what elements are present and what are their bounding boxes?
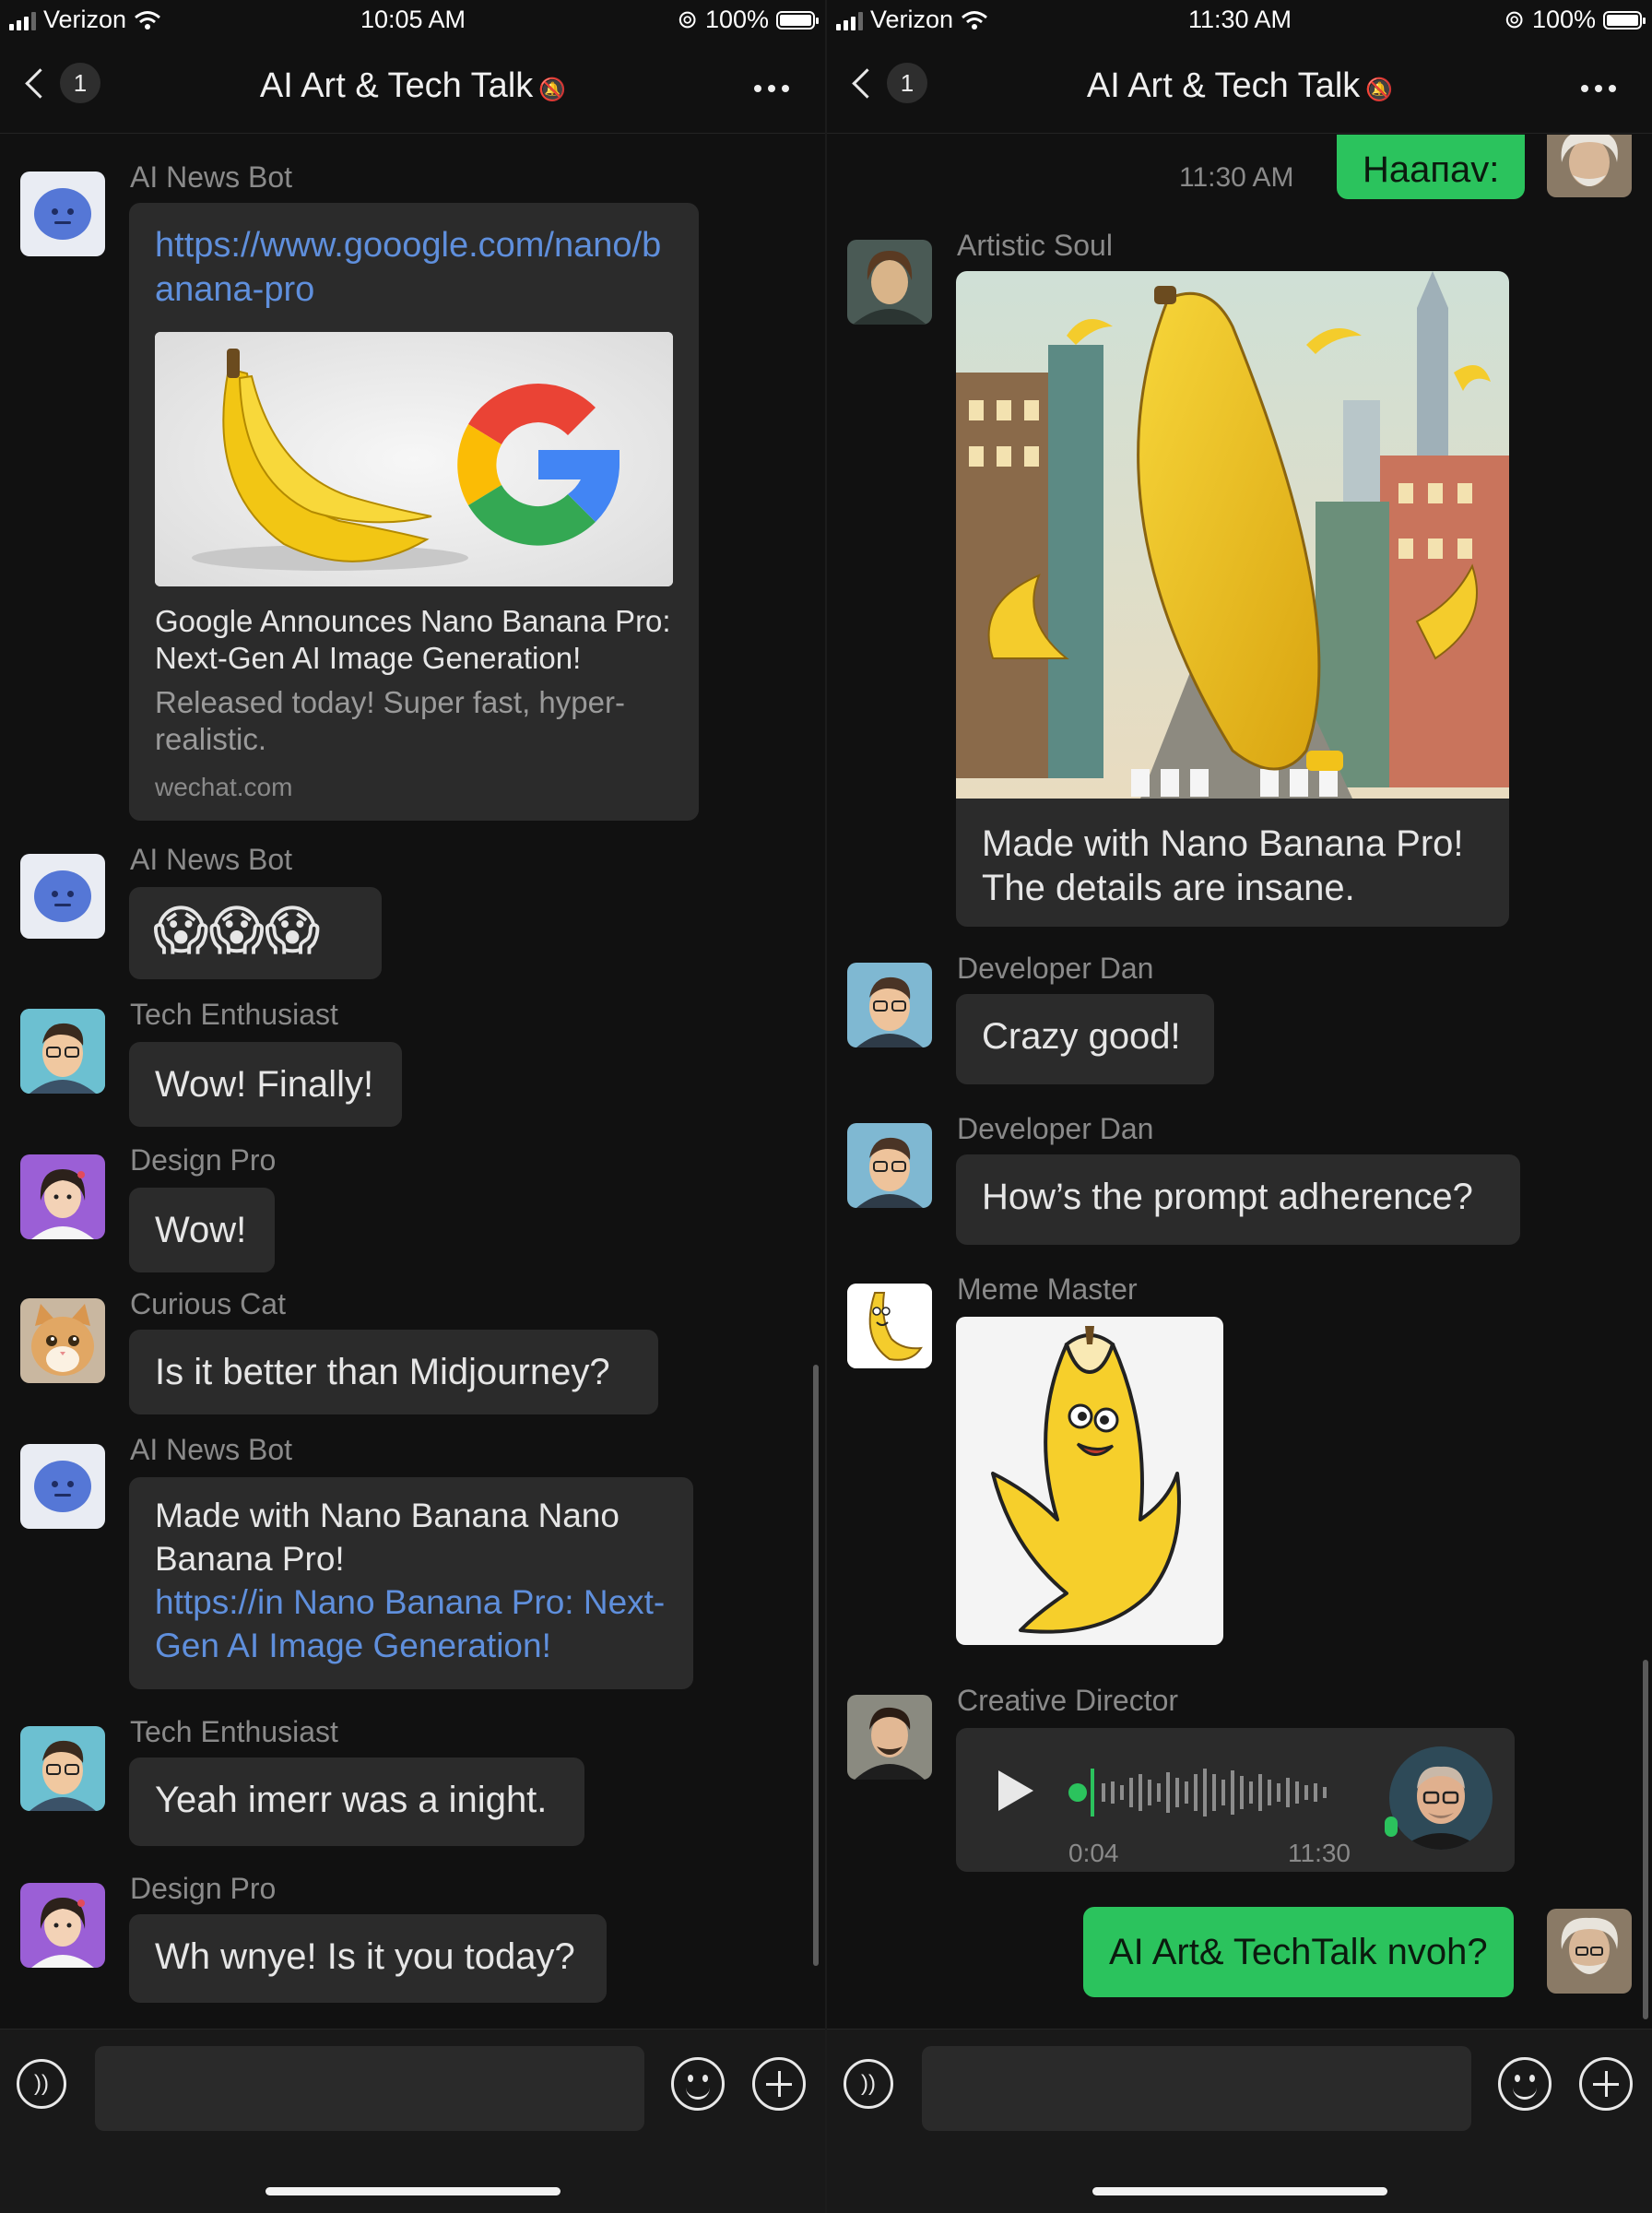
battery-percent: 100%: [1531, 6, 1596, 33]
message-bubble[interactable]: Wow!: [129, 1188, 275, 1272]
avatar-self[interactable]: [1547, 1909, 1632, 1994]
card-description: Released today! Super fast, hyper-realis…: [155, 685, 625, 756]
more-options-button[interactable]: [1581, 85, 1616, 92]
own-message-bubble[interactable]: Haaпav:: [1337, 135, 1526, 199]
battery-icon: [1603, 10, 1646, 30]
chat-title: AI Art & Tech Talk: [259, 66, 534, 105]
left-chat-screen: Verizon 10:05 AM ⊚ 100% 1 AI Art & Tech …: [0, 0, 826, 2213]
voice-input-button[interactable]: )): [844, 2059, 893, 2109]
avatar-developer-dan[interactable]: [847, 1123, 932, 1208]
scrollbar[interactable]: [813, 1365, 819, 1966]
avatar-meme-master[interactable]: [847, 1284, 932, 1368]
message-bubble[interactable]: Wow! Finally!: [129, 1042, 402, 1127]
message-bubble[interactable]: How’s the prompt adherence?: [956, 1154, 1520, 1245]
image-caption: Made with Nano Banana Pro! The details a…: [982, 823, 1464, 908]
voice-message-bubble[interactable]: 0:04 11:30: [956, 1728, 1515, 1872]
avatar-self[interactable]: [1547, 135, 1632, 197]
avatar-design-pro[interactable]: [20, 1883, 105, 1968]
card-url[interactable]: https://www.gooogle.com/nano/banana-pro: [155, 223, 673, 312]
status-bar: Verizon 10:05 AM ⊚ 100%: [0, 0, 826, 42]
message-bubble[interactable]: Is it better than Midjourney?: [129, 1330, 658, 1414]
sender-name: Design Pro: [130, 1872, 277, 1905]
home-indicator[interactable]: [1092, 2187, 1387, 2195]
sender-name: Developer Dan: [957, 1112, 1154, 1145]
right-chat-screen: Verizon 11:30 AM ⊚ 100% 1 AI Art & Tech …: [827, 0, 1652, 2213]
avatar-tech-enthusiast[interactable]: [20, 1726, 105, 1811]
sender-name: Curious Cat: [130, 1287, 286, 1320]
avatar-artistic-soul[interactable]: [847, 240, 932, 325]
card-title: Google Announces Nano Banana Pro: Next-G…: [155, 604, 671, 675]
voice-input-button[interactable]: )): [17, 2059, 66, 2109]
avatar-developer-dan[interactable]: [847, 963, 932, 1047]
banana-sticker: [991, 1326, 1181, 1634]
status-bar: Verizon 11:30 AM ⊚ 100%: [827, 0, 1652, 42]
message-bubble[interactable]: Made with Nano Banana Nano Banana Pro! h…: [129, 1477, 693, 1689]
timestamp: 11:30 AM: [1179, 162, 1294, 193]
banana-google-image: [155, 332, 673, 586]
sticker-image[interactable]: [956, 1317, 1223, 1645]
add-attachment-button[interactable]: [1579, 2057, 1633, 2111]
home-indicator[interactable]: [266, 2187, 560, 2195]
add-attachment-button[interactable]: [752, 2057, 806, 2111]
avatar-curious-cat[interactable]: [20, 1298, 105, 1383]
message-bubble[interactable]: Crazy good!: [956, 994, 1214, 1084]
message-input[interactable]: [922, 2046, 1471, 2131]
avatar-ai-news-bot[interactable]: [20, 1444, 105, 1529]
avatar-design-pro[interactable]: [20, 1154, 105, 1239]
emoji-button[interactable]: [1498, 2057, 1552, 2111]
avatar-creative-director[interactable]: [847, 1695, 932, 1780]
sender-name: Developer Dan: [957, 952, 1154, 985]
sender-name: Artistic Soul: [957, 229, 1113, 262]
message-bubble[interactable]: Yeah imerr was a inight.: [129, 1757, 584, 1846]
sender-name: Tech Enthusiast: [130, 1715, 338, 1748]
message-link[interactable]: https://in Nano Banana Pro: Next-Gen AI …: [155, 1580, 667, 1667]
playback-dot: [1068, 1783, 1087, 1802]
avatar-ai-news-bot[interactable]: [20, 172, 105, 256]
muted-bell-icon: 🔕: [1365, 77, 1394, 102]
more-options-button[interactable]: [754, 85, 789, 92]
sender-name: AI News Bot: [130, 843, 293, 876]
avatar-tech-enthusiast[interactable]: [20, 1009, 105, 1094]
waveform: [1091, 1769, 1327, 1817]
avatar-ai-news-bot[interactable]: [20, 854, 105, 939]
voice-time: 11:30: [1288, 1839, 1351, 1867]
sender-name: Tech Enthusiast: [130, 998, 338, 1031]
battery-icon: [776, 10, 819, 30]
microphone-icon: [1385, 1817, 1398, 1837]
link-card[interactable]: https://www.gooogle.com/nano/banana-pro: [129, 203, 699, 821]
sender-name: AI News Bot: [130, 160, 293, 194]
scrollbar[interactable]: [1643, 1660, 1648, 2019]
input-bar: )): [0, 2029, 826, 2213]
input-bar: )): [827, 2029, 1652, 2213]
card-image: [155, 332, 673, 586]
message-text: Made with Nano Banana Nano Banana Pro!: [155, 1497, 620, 1578]
message-bubble[interactable]: Wh wnye! Is it you today?: [129, 1914, 607, 2003]
voice-sender-photo: [1389, 1746, 1493, 1850]
play-icon[interactable]: [998, 1770, 1033, 1811]
emoji-button[interactable]: [671, 2057, 725, 2111]
orientation-lock-icon: ⊚: [1504, 6, 1525, 33]
sender-name: Creative Director: [957, 1684, 1179, 1717]
chat-title: AI Art & Tech Talk: [1086, 66, 1361, 105]
chat-header: 1 AI Art & Tech Talk 🔕: [827, 42, 1652, 134]
own-message-bubble[interactable]: AI Art& TechTalk nvoh?: [1083, 1907, 1514, 1997]
emoji-bubble[interactable]: 😱😱😱: [129, 887, 382, 979]
sender-name: AI News Bot: [130, 1433, 293, 1466]
banana-city-image: [956, 271, 1509, 799]
muted-bell-icon: 🔕: [538, 77, 567, 102]
message-input[interactable]: [95, 2046, 644, 2131]
sender-name: Design Pro: [130, 1143, 277, 1177]
image-message-bubble[interactable]: Made with Nano Banana Pro! The details a…: [956, 271, 1509, 927]
battery-percent: 100%: [704, 6, 769, 33]
orientation-lock-icon: ⊚: [677, 6, 698, 33]
voice-duration: 0:04: [1068, 1839, 1119, 1867]
chat-header: 1 AI Art & Tech Talk 🔕: [0, 42, 826, 134]
card-source: wechat.com: [155, 773, 293, 801]
sender-name: Meme Master: [957, 1272, 1138, 1306]
